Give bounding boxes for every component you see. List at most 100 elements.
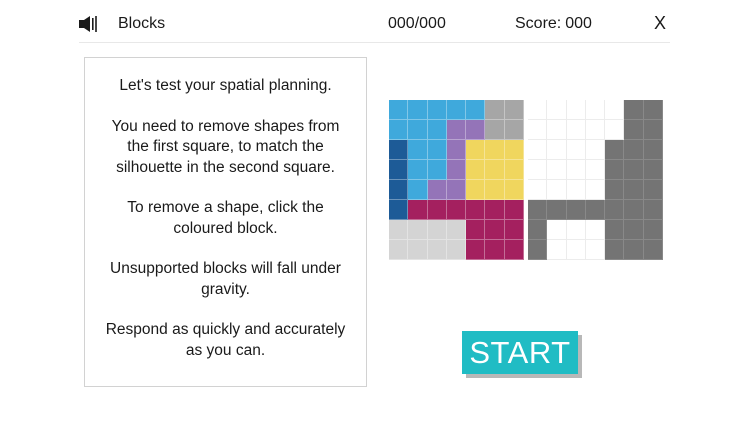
block-cell-light[interactable] bbox=[408, 240, 428, 260]
block-cell-yellow[interactable] bbox=[485, 140, 505, 160]
silhouette-cell bbox=[585, 200, 606, 220]
instruction-text: You need to remove shapes from the first… bbox=[111, 117, 340, 176]
block-cell-magenta[interactable] bbox=[427, 200, 447, 220]
block-cell-grey[interactable] bbox=[504, 120, 524, 140]
block-cell-yellow[interactable] bbox=[504, 180, 524, 200]
block-cell-sky[interactable] bbox=[408, 100, 428, 120]
block-cell-magenta[interactable] bbox=[504, 200, 524, 220]
trial-counter: 000/000 bbox=[388, 15, 446, 32]
silhouette-cell bbox=[528, 240, 548, 260]
close-button[interactable]: X bbox=[654, 13, 666, 34]
empty-cell bbox=[585, 180, 606, 200]
block-cell-navy[interactable] bbox=[389, 160, 409, 180]
block-cell-grey[interactable] bbox=[504, 100, 524, 120]
block-cell-magenta[interactable] bbox=[504, 220, 524, 240]
silhouette-cell bbox=[643, 120, 663, 140]
block-cell-purple[interactable] bbox=[446, 140, 467, 160]
block-cell-sky[interactable] bbox=[408, 180, 428, 200]
silhouette-cell bbox=[605, 160, 625, 180]
silhouette-cell bbox=[643, 160, 663, 180]
block-cell-magenta[interactable] bbox=[485, 240, 505, 260]
block-cell-navy[interactable] bbox=[389, 200, 409, 220]
start-button[interactable]: START bbox=[462, 331, 578, 374]
empty-cell bbox=[585, 160, 606, 180]
silhouette-cell bbox=[547, 200, 567, 220]
block-cell-magenta[interactable] bbox=[466, 240, 486, 260]
silhouette-cell bbox=[643, 140, 663, 160]
block-cell-light[interactable] bbox=[427, 240, 447, 260]
block-cell-yellow[interactable] bbox=[466, 180, 486, 200]
block-cell-light[interactable] bbox=[408, 220, 428, 240]
silhouette-cell bbox=[605, 220, 625, 240]
empty-cell bbox=[566, 160, 586, 180]
block-cell-yellow[interactable] bbox=[485, 180, 505, 200]
block-cell-sky[interactable] bbox=[427, 120, 447, 140]
block-cell-magenta[interactable] bbox=[485, 220, 505, 240]
block-cell-sky[interactable] bbox=[446, 100, 467, 120]
score-display: Score: 000 bbox=[515, 15, 592, 33]
silhouette-cell bbox=[624, 100, 644, 120]
block-cell-grey[interactable] bbox=[485, 120, 505, 140]
block-cell-light[interactable] bbox=[389, 240, 409, 260]
block-cell-sky[interactable] bbox=[427, 140, 447, 160]
silhouette-cell bbox=[643, 220, 663, 240]
block-cell-purple[interactable] bbox=[446, 160, 467, 180]
block-cell-yellow[interactable] bbox=[466, 140, 486, 160]
empty-cell bbox=[547, 220, 567, 240]
block-cell-sky[interactable] bbox=[389, 120, 409, 140]
block-cell-purple[interactable] bbox=[446, 180, 467, 200]
instructions-panel: Let's test your spatial planning. You ne… bbox=[84, 57, 367, 387]
source-square[interactable] bbox=[389, 100, 524, 260]
block-cell-navy[interactable] bbox=[389, 180, 409, 200]
block-cell-sky[interactable] bbox=[427, 160, 447, 180]
silhouette-cell bbox=[605, 200, 625, 220]
empty-cell bbox=[566, 140, 586, 160]
block-cell-magenta[interactable] bbox=[408, 200, 428, 220]
block-cell-light[interactable] bbox=[446, 220, 467, 240]
block-cell-purple[interactable] bbox=[466, 120, 486, 140]
empty-cell bbox=[547, 120, 567, 140]
instruction-text: Let's test your spatial planning. bbox=[119, 77, 332, 94]
block-cell-purple[interactable] bbox=[427, 180, 447, 200]
block-cell-magenta[interactable] bbox=[466, 200, 486, 220]
empty-cell bbox=[566, 220, 586, 240]
block-cell-sky[interactable] bbox=[389, 100, 409, 120]
block-cell-sky[interactable] bbox=[408, 140, 428, 160]
score-label: Score: bbox=[515, 15, 562, 32]
block-cell-light[interactable] bbox=[389, 220, 409, 240]
block-cell-purple[interactable] bbox=[446, 120, 467, 140]
block-cell-sky[interactable] bbox=[408, 120, 428, 140]
block-cell-sky[interactable] bbox=[466, 100, 486, 120]
silhouette-cell bbox=[528, 220, 548, 240]
silhouette-cell bbox=[605, 180, 625, 200]
block-cell-yellow[interactable] bbox=[504, 160, 524, 180]
empty-cell bbox=[585, 140, 606, 160]
empty-cell bbox=[605, 100, 625, 120]
block-cell-magenta[interactable] bbox=[466, 220, 486, 240]
silhouette-cell bbox=[566, 200, 586, 220]
block-cell-navy[interactable] bbox=[389, 140, 409, 160]
empty-cell bbox=[566, 100, 586, 120]
speaker-icon[interactable] bbox=[79, 15, 99, 33]
silhouette-cell bbox=[624, 200, 644, 220]
block-cell-yellow[interactable] bbox=[485, 160, 505, 180]
block-cell-sky[interactable] bbox=[427, 100, 447, 120]
block-cell-magenta[interactable] bbox=[446, 200, 467, 220]
empty-cell bbox=[585, 240, 606, 260]
block-cell-light[interactable] bbox=[427, 220, 447, 240]
silhouette-cell bbox=[624, 240, 644, 260]
block-cell-magenta[interactable] bbox=[504, 240, 524, 260]
empty-cell bbox=[528, 140, 548, 160]
empty-cell bbox=[528, 100, 548, 120]
block-cell-magenta[interactable] bbox=[485, 200, 505, 220]
block-cell-sky[interactable] bbox=[408, 160, 428, 180]
target-silhouette bbox=[528, 100, 663, 260]
block-cell-yellow[interactable] bbox=[466, 160, 486, 180]
silhouette-cell bbox=[605, 240, 625, 260]
block-cell-light[interactable] bbox=[446, 240, 467, 260]
empty-cell bbox=[528, 180, 548, 200]
block-cell-yellow[interactable] bbox=[504, 140, 524, 160]
silhouette-cell bbox=[643, 200, 663, 220]
empty-cell bbox=[585, 220, 606, 240]
block-cell-grey[interactable] bbox=[485, 100, 505, 120]
